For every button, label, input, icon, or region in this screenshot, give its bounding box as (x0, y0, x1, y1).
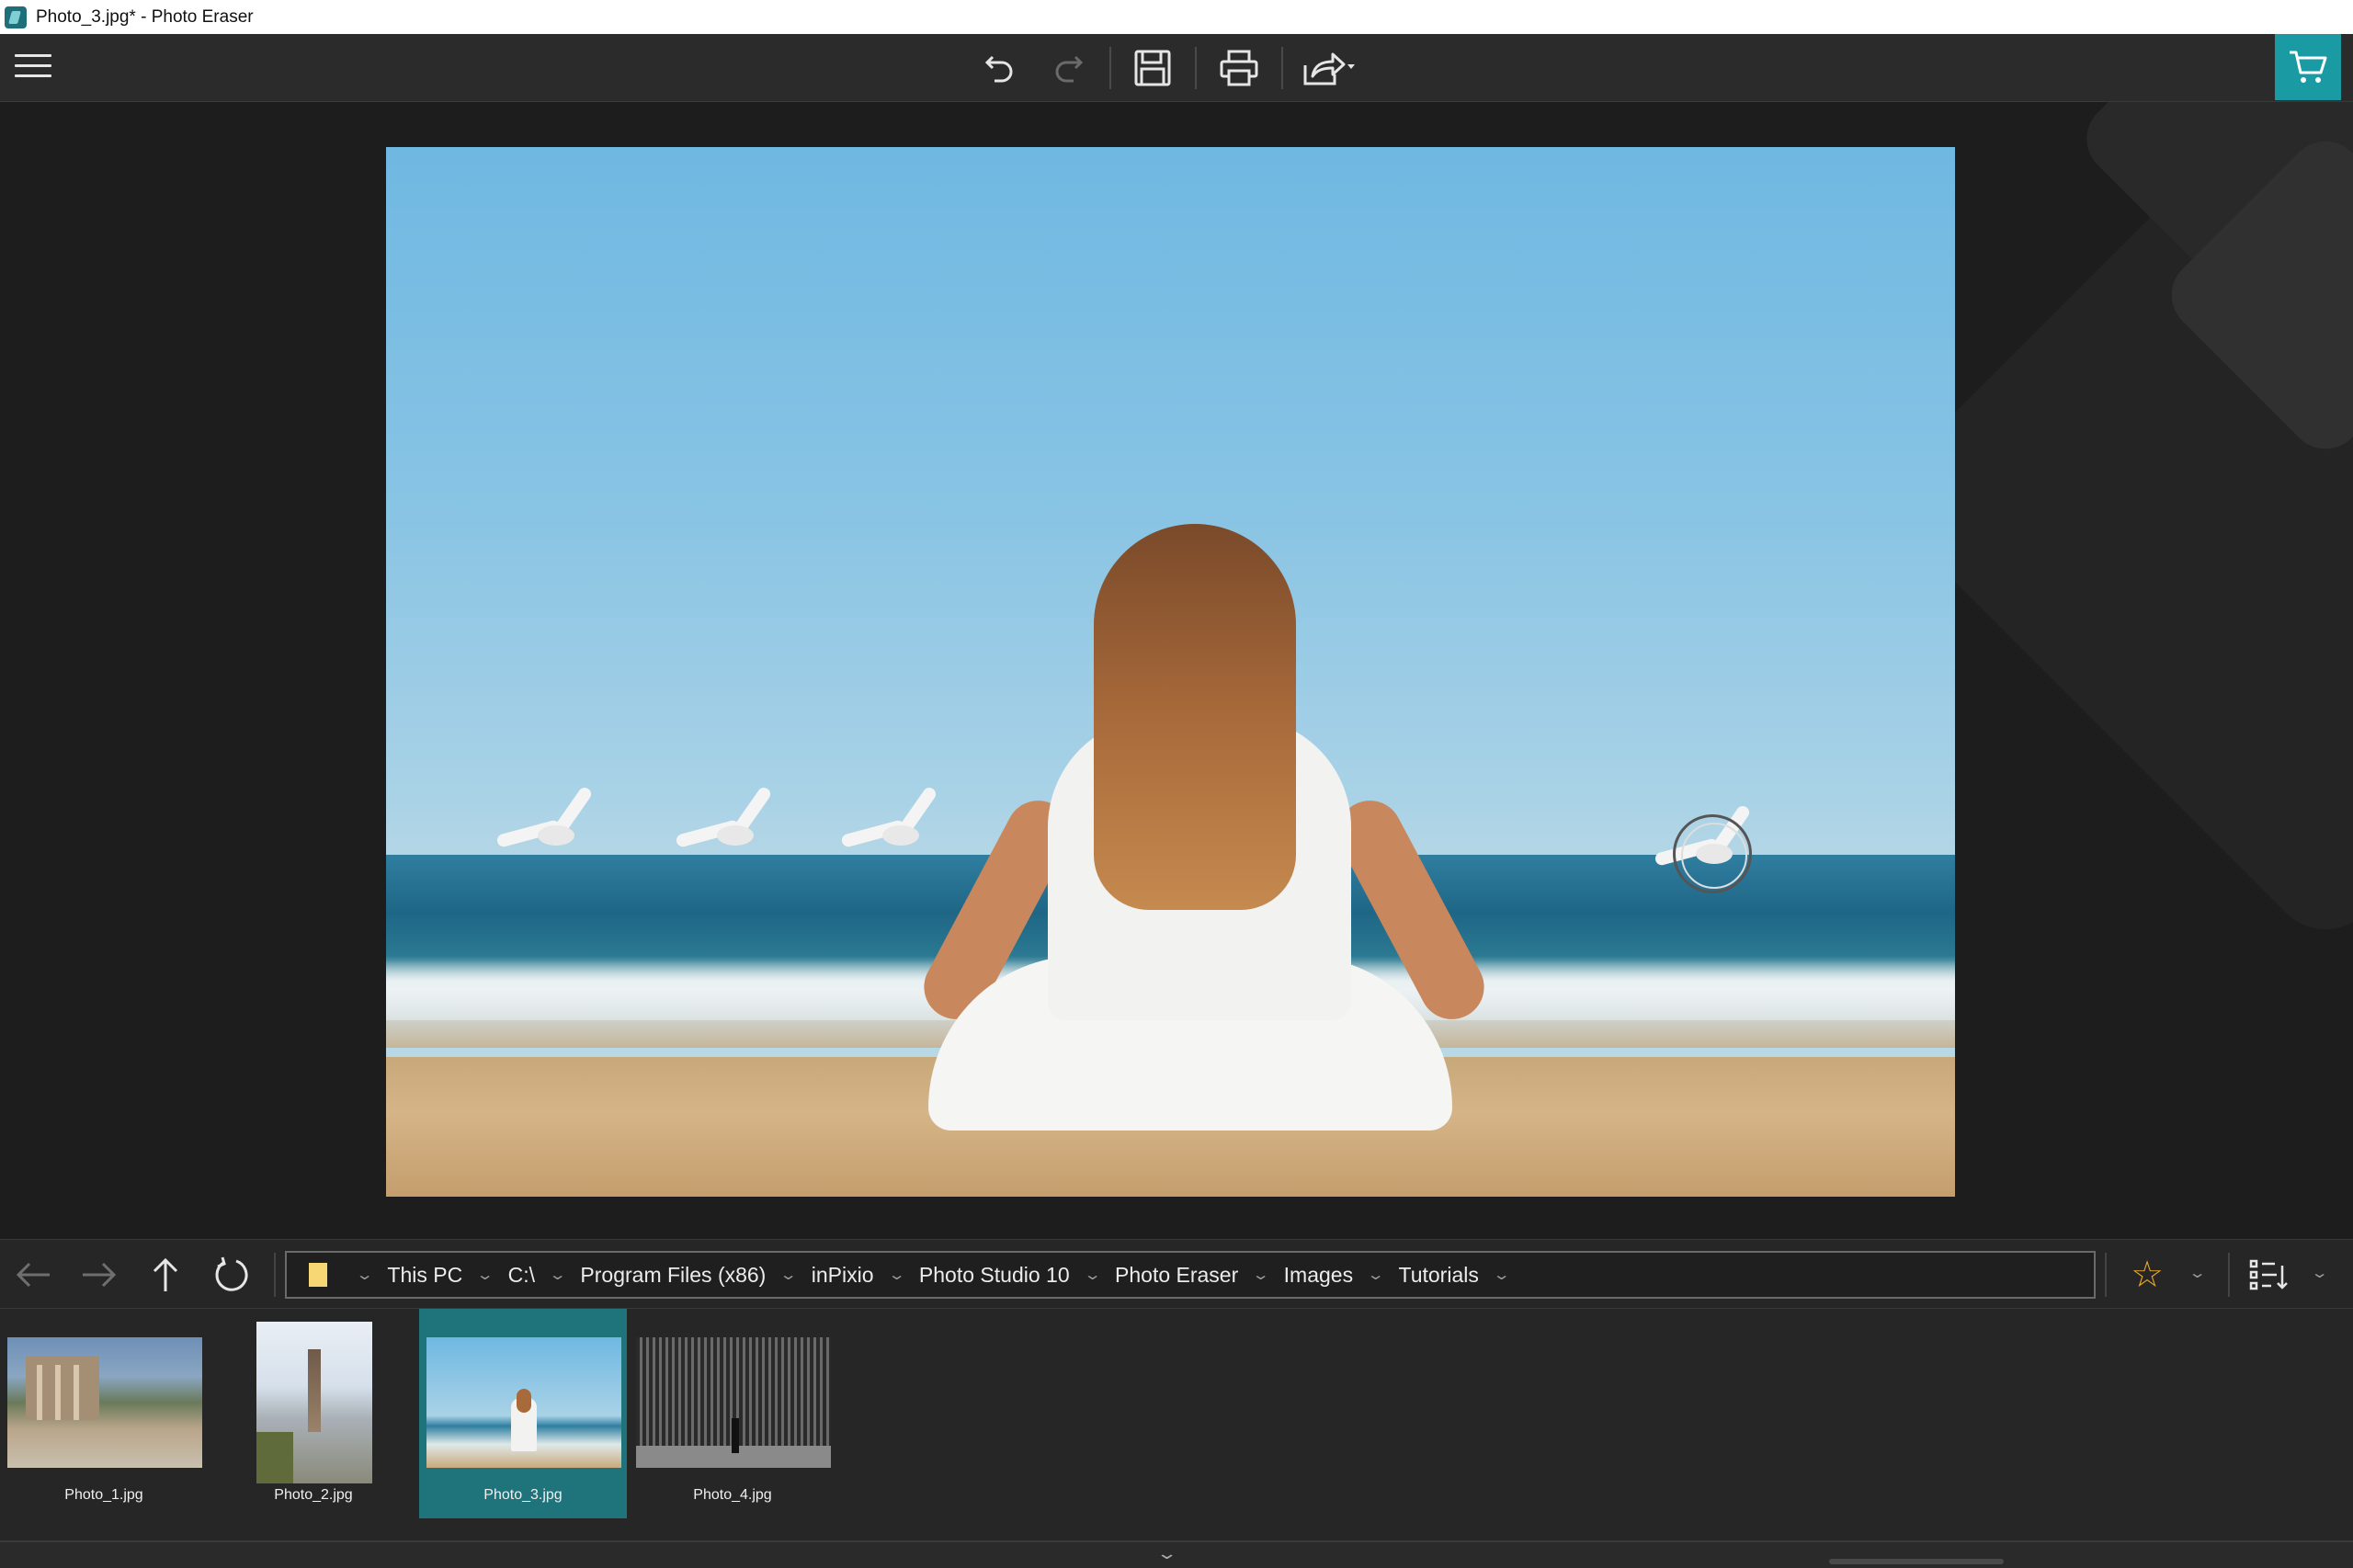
file-navigation-bar: ⌄ This PC ⌄ C:\ ⌄ Program Files (x86) ⌄ … (0, 1239, 2353, 1309)
chevron-down-icon[interactable]: ⌄ (1083, 1266, 1101, 1284)
save-icon[interactable] (1125, 45, 1180, 91)
toolbar-divider (1281, 47, 1283, 89)
breadcrumb-item[interactable]: Tutorials (1399, 1263, 1479, 1288)
breadcrumb: ⌄ This PC ⌄ C:\ ⌄ Program Files (x86) ⌄ … (285, 1251, 2096, 1299)
chevron-down-icon[interactable]: ⌄ (2188, 1264, 2207, 1282)
chevron-down-icon[interactable]: ⌄ (1252, 1266, 1270, 1284)
refresh-icon[interactable] (208, 1251, 256, 1299)
thumbnail-item[interactable]: Photo_3.jpg (419, 1309, 627, 1518)
breadcrumb-item[interactable]: This PC (387, 1263, 462, 1288)
nav-divider (274, 1253, 276, 1297)
toolbar-divider (1195, 47, 1197, 89)
nav-divider (2228, 1253, 2230, 1297)
share-icon[interactable] (1298, 45, 1362, 91)
chevron-down-icon[interactable]: ⌄ (1155, 1544, 1177, 1563)
chevron-down-icon[interactable]: ⌄ (356, 1266, 374, 1284)
list-view-icon[interactable] (2245, 1251, 2292, 1299)
chevron-down-icon[interactable]: ⌄ (476, 1266, 494, 1284)
arrow-left-icon[interactable] (9, 1251, 57, 1299)
hamburger-icon[interactable] (15, 54, 51, 82)
thumbnail-item[interactable]: Photo_4.jpg (629, 1309, 836, 1518)
folder-icon[interactable] (309, 1263, 327, 1287)
thumbnail-image (7, 1337, 202, 1468)
main-toolbar (0, 34, 2353, 102)
title-bar: Photo_3.jpg* - Photo Eraser (0, 0, 2353, 34)
thumbnail-image (636, 1337, 831, 1468)
thumbnail-caption: Photo_2.jpg (274, 1487, 353, 1503)
print-icon[interactable] (1211, 45, 1267, 91)
chevron-down-icon[interactable]: ⌄ (887, 1266, 905, 1284)
canvas-area (0, 102, 2353, 1239)
breadcrumb-item[interactable]: Program Files (x86) (580, 1263, 766, 1288)
thumbnail-image (426, 1337, 621, 1468)
edited-photo[interactable] (386, 147, 1955, 1197)
photo-seagull (675, 785, 786, 848)
star-icon[interactable]: ☆ (2123, 1251, 2171, 1299)
breadcrumb-item[interactable]: inPixio (812, 1263, 874, 1288)
photo-seagull (840, 785, 951, 848)
chevron-down-icon[interactable]: ⌄ (549, 1266, 567, 1284)
cart-icon[interactable] (2275, 34, 2341, 100)
window-title: Photo_3.jpg* - Photo Eraser (36, 6, 254, 27)
thumbnail-item[interactable]: Photo_1.jpg (0, 1309, 208, 1518)
photo-person-hair (1094, 524, 1296, 910)
toolbar-divider (1109, 47, 1111, 89)
breadcrumb-item[interactable]: C:\ (508, 1263, 535, 1288)
undo-icon[interactable] (972, 45, 1028, 91)
redo-icon[interactable] (1040, 45, 1096, 91)
thumbnail-caption: Photo_3.jpg (483, 1487, 563, 1503)
arrow-right-icon[interactable] (75, 1251, 123, 1299)
thumbnail-caption: Photo_1.jpg (64, 1487, 143, 1503)
chevron-down-icon[interactable]: ⌄ (779, 1266, 798, 1284)
thumbnail-item[interactable]: Photo_2.jpg (210, 1309, 417, 1518)
thumbnail-image (256, 1322, 372, 1483)
app-logo-icon (5, 6, 27, 28)
breadcrumb-item[interactable]: Photo Eraser (1115, 1263, 1238, 1288)
thumbnail-strip: Photo_1.jpg Photo_2.jpg Photo_3.jpg Phot… (0, 1309, 2353, 1540)
arrow-up-icon[interactable] (142, 1251, 189, 1299)
chevron-down-icon[interactable]: ⌄ (1367, 1266, 1385, 1284)
panel-footer: ⌄ (0, 1540, 2353, 1568)
breadcrumb-item[interactable]: Images (1284, 1263, 1353, 1288)
photo-seagull (495, 785, 607, 848)
scrollbar[interactable] (1829, 1559, 2004, 1564)
chevron-down-icon[interactable]: ⌄ (1493, 1266, 1511, 1284)
eraser-brush-cursor (1673, 814, 1752, 893)
chevron-down-icon[interactable]: ⌄ (2311, 1264, 2329, 1282)
nav-divider (2105, 1253, 2107, 1297)
breadcrumb-item[interactable]: Photo Studio 10 (919, 1263, 1070, 1288)
thumbnail-caption: Photo_4.jpg (693, 1487, 772, 1503)
